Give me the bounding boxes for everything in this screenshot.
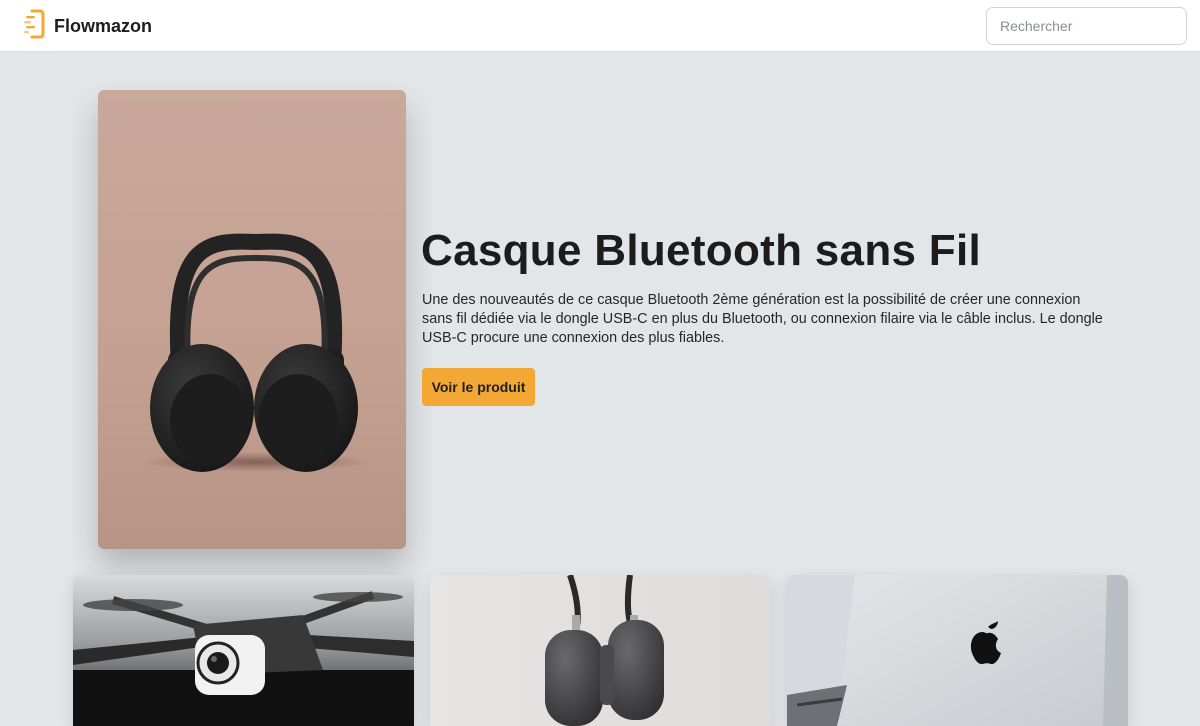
- top-navbar: Flowmazon: [0, 0, 1200, 52]
- product-card-laptop[interactable]: [787, 575, 1128, 726]
- headphones-photo: [430, 575, 771, 726]
- product-card-headphones[interactable]: [430, 575, 771, 726]
- laptop-photo: [787, 575, 1128, 726]
- view-product-button[interactable]: Voir le produit: [422, 368, 535, 406]
- hero-title: Casque Bluetooth sans Fil: [421, 226, 982, 275]
- search-input[interactable]: [986, 7, 1187, 45]
- hero-description: Une des nouveautés de ce casque Bluetoot…: [422, 292, 1103, 347]
- product-card-drone[interactable]: [73, 575, 414, 726]
- brand-name: Flowmazon: [54, 15, 152, 36]
- headphones-photo: [98, 90, 406, 549]
- drone-photo: [73, 575, 414, 726]
- brand-logo-link[interactable]: Flowmazon: [24, 9, 152, 44]
- flowmazon-logo-icon: [24, 9, 48, 44]
- hero-product-image: [98, 90, 406, 549]
